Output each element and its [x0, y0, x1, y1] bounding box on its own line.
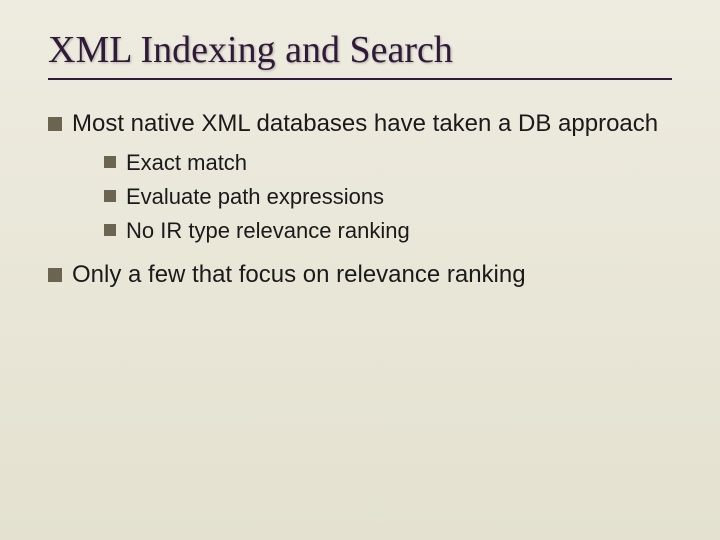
bullet-level2: No IR type relevance ranking	[48, 216, 672, 246]
square-bullet-icon	[48, 268, 62, 282]
bullet-level1: Most native XML databases have taken a D…	[48, 108, 672, 140]
slide-title: XML Indexing and Search	[48, 28, 672, 72]
sub-bullet-group: Exact match Evaluate path expressions No…	[48, 148, 672, 245]
square-bullet-icon	[48, 117, 62, 131]
square-bullet-icon	[104, 224, 116, 236]
square-bullet-icon	[104, 156, 116, 168]
square-bullet-icon	[104, 190, 116, 202]
slide: XML Indexing and Search Most native XML …	[0, 0, 720, 540]
content-area: Most native XML databases have taken a D…	[48, 108, 672, 292]
title-underline	[48, 78, 672, 80]
bullet-level1: Only a few that focus on relevance ranki…	[48, 259, 672, 291]
bullet-text: Evaluate path expressions	[126, 182, 672, 212]
bullet-level2: Evaluate path expressions	[48, 182, 672, 212]
bullet-level2: Exact match	[48, 148, 672, 178]
bullet-text: Exact match	[126, 148, 672, 178]
bullet-text: No IR type relevance ranking	[126, 216, 672, 246]
bullet-text: Only a few that focus on relevance ranki…	[72, 259, 672, 291]
bullet-text: Most native XML databases have taken a D…	[72, 108, 672, 140]
